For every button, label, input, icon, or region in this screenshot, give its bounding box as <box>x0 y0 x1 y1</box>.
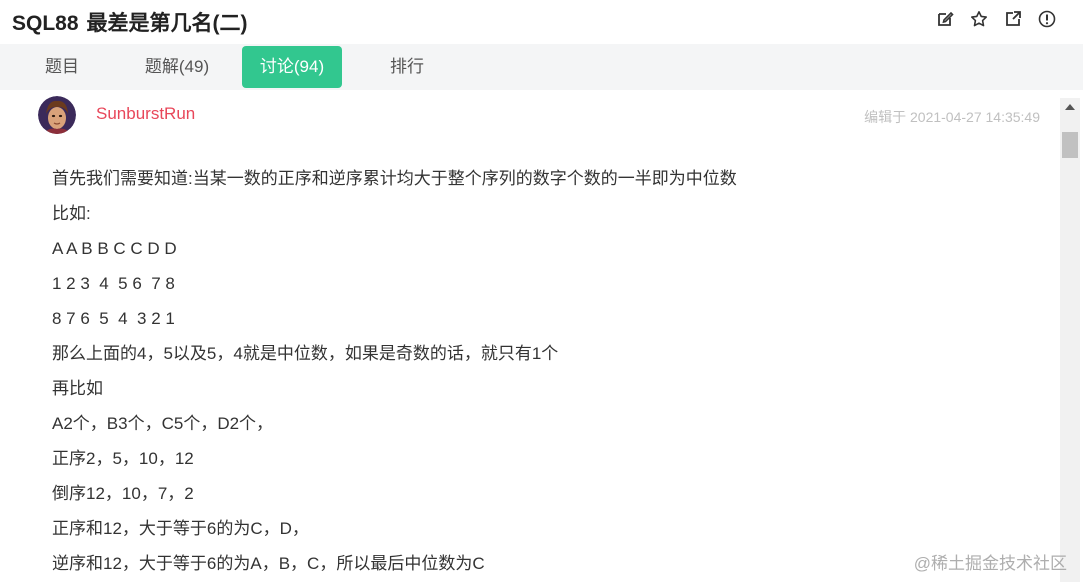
tab-ranking[interactable]: 排行 <box>372 46 442 88</box>
avatar[interactable] <box>38 96 76 134</box>
report-button[interactable] <box>1037 9 1057 29</box>
header-bar: SQL88 最差是第几名(二) <box>0 0 1083 44</box>
tab-bar: 题目 题解(49) 讨论(94) 排行 <box>0 44 1083 90</box>
post-line: 正序2，5，10，12 <box>52 449 194 468</box>
problem-code: SQL88 <box>12 12 79 35</box>
post-line: 那么上面的4，5以及5，4就是中位数，如果是奇数的话，就只有1个 <box>52 344 559 363</box>
edit-button[interactable] <box>935 9 955 29</box>
edit-icon <box>938 11 954 26</box>
tab-solutions[interactable]: 题解(49) <box>130 46 224 88</box>
info-icon <box>1038 10 1056 28</box>
post-line: A A B B C C D D <box>52 239 177 258</box>
avatar-image <box>38 96 76 134</box>
share-button[interactable] <box>1003 9 1023 29</box>
discussion-post: SunburstRun 编辑于 2021-04-27 14:35:49 首先我们… <box>0 90 1060 582</box>
post-line: 倒序12，10，7，2 <box>52 484 194 503</box>
page-title: SQL88 最差是第几名(二) <box>12 7 248 37</box>
vertical-scrollbar[interactable] <box>1060 98 1080 582</box>
author-name[interactable]: SunburstRun <box>96 104 195 124</box>
post-line: 再比如 <box>52 379 103 398</box>
share-icon <box>1006 11 1021 26</box>
problem-title: 最差是第几名(二) <box>86 12 248 35</box>
tab-discussion[interactable]: 讨论(94) <box>242 46 342 88</box>
post-line: 1 2 3 4 5 6 7 8 <box>52 274 175 293</box>
header-toolbar <box>935 9 1057 29</box>
post-line: 逆序和12，大于等于6的为A，B，C，所以最后中位数为C <box>52 554 485 573</box>
post-body: 首先我们需要知道:当某一数的正序和逆序累计均大于整个序列的数字个数的一半即为中位… <box>52 164 1032 582</box>
watermark: @稀土掘金技术社区 <box>913 554 1067 573</box>
favorite-button[interactable] <box>969 9 989 29</box>
star-icon <box>971 11 987 27</box>
post-line: 8 7 6 5 4 3 2 1 <box>52 309 175 328</box>
scroll-up-arrow-icon[interactable] <box>1065 104 1075 110</box>
scroll-thumb[interactable] <box>1062 132 1078 158</box>
post-line: 正序和12，大于等于6的为C，D， <box>52 519 309 538</box>
post-line: 比如: <box>52 204 91 223</box>
tab-problem[interactable]: 题目 <box>28 46 96 88</box>
edit-timestamp: 编辑于 2021-04-27 14:35:49 <box>864 109 1040 125</box>
post-line: A2个，B3个，C5个，D2个， <box>52 414 274 433</box>
post-line: 首先我们需要知道:当某一数的正序和逆序累计均大于整个序列的数字个数的一半即为中位… <box>52 169 737 188</box>
